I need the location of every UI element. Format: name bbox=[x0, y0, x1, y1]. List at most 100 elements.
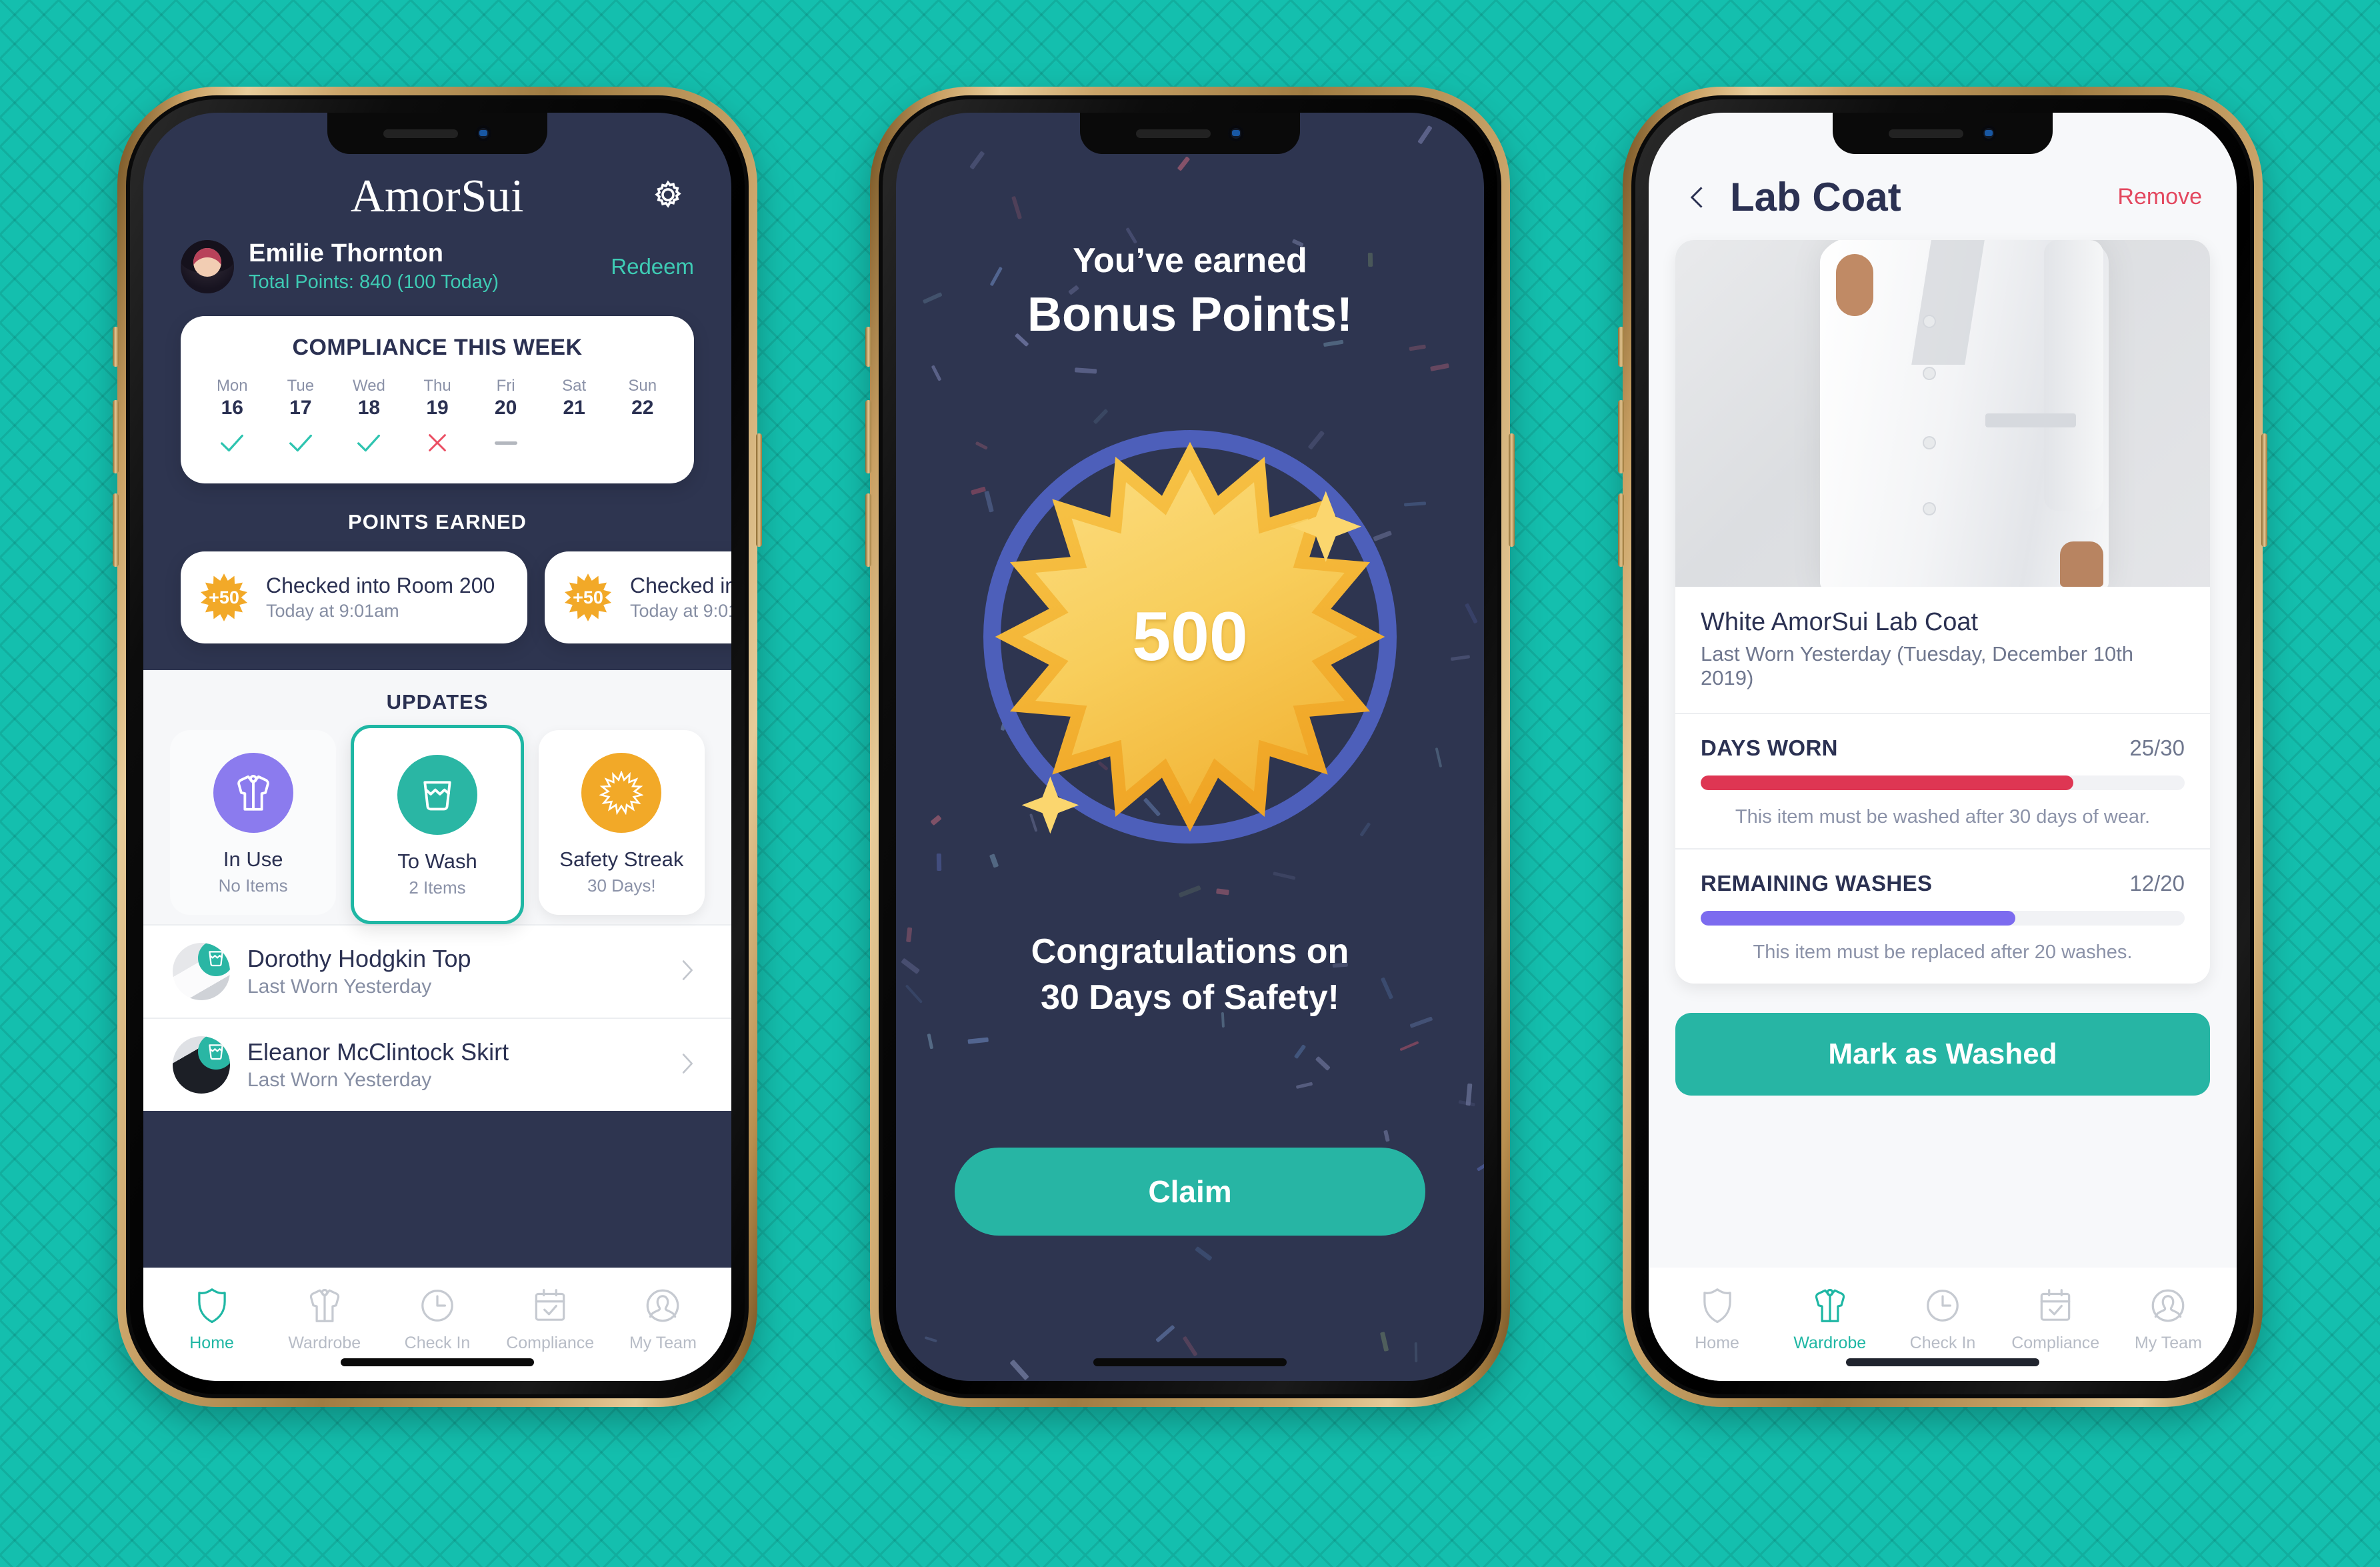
gear-icon[interactable] bbox=[647, 174, 689, 215]
points-earned-label: POINTS EARNED bbox=[348, 510, 527, 533]
tab-home[interactable]: Home bbox=[155, 1282, 268, 1353]
confetti-piece bbox=[1464, 603, 1478, 625]
app-brand-title: AmorSui bbox=[350, 171, 525, 222]
user-points: Total Points: 840 (100 Today) bbox=[249, 271, 499, 293]
user-name: Emilie Thornton bbox=[249, 239, 444, 267]
compliance-day-number: 19 bbox=[426, 397, 449, 419]
compliance-day-status-none-icon bbox=[608, 425, 677, 461]
update-card-icon-wrap bbox=[397, 755, 477, 835]
tab-my-team[interactable]: My Team bbox=[2112, 1282, 2225, 1353]
avatar bbox=[181, 239, 234, 293]
starburst-icon bbox=[599, 771, 644, 815]
update-card-subtitle: No Items bbox=[218, 876, 288, 896]
phones-stage: AmorSui Emilie Thornton Total Points: 84… bbox=[0, 0, 2380, 1567]
points-badge: 500 bbox=[983, 430, 1397, 844]
notch bbox=[1833, 113, 2053, 154]
compliance-day-name: Wed bbox=[352, 377, 385, 395]
chevron-left-icon[interactable] bbox=[1683, 183, 1713, 212]
compliance-day-status-check-icon bbox=[198, 425, 267, 461]
claim-button[interactable]: Claim bbox=[955, 1148, 1425, 1236]
list-item[interactable]: Eleanor McClintock Skirt Last Worn Yester… bbox=[143, 1018, 731, 1111]
confetti-piece bbox=[1383, 1130, 1390, 1142]
tab-check-in[interactable]: Check In bbox=[1886, 1282, 1999, 1353]
person-icon bbox=[2112, 1282, 2225, 1330]
volume-down-button[interactable] bbox=[865, 493, 871, 567]
confetti-piece bbox=[1435, 747, 1443, 768]
volume-up-button[interactable] bbox=[865, 400, 871, 473]
compliance-day: Wed 18 bbox=[335, 377, 403, 461]
progress-bar-fill bbox=[1701, 911, 2015, 926]
update-card-subtitle: 30 Days! bbox=[587, 876, 656, 896]
chevron-right-icon bbox=[671, 955, 702, 989]
volume-down-button[interactable] bbox=[113, 493, 119, 567]
confetti-piece bbox=[931, 364, 942, 381]
mute-switch[interactable] bbox=[865, 327, 871, 367]
volume-down-button[interactable] bbox=[1618, 493, 1624, 567]
progress-bar-fill bbox=[1701, 775, 2074, 790]
power-button[interactable] bbox=[1509, 433, 1515, 547]
confetti-piece bbox=[936, 853, 942, 872]
compliance-day: Thu 19 bbox=[403, 377, 472, 461]
compliance-day-number: 17 bbox=[289, 397, 312, 419]
tab-check-in[interactable]: Check In bbox=[381, 1282, 493, 1353]
confetti-piece bbox=[924, 1336, 937, 1343]
confetti-piece bbox=[1009, 1359, 1029, 1380]
compliance-day-status-check-icon bbox=[267, 425, 335, 461]
mute-switch[interactable] bbox=[1618, 327, 1624, 367]
points-earned-list: +50 Checked into Room 200 Today at 9:01am +… bbox=[143, 551, 731, 643]
redeem-button[interactable]: Redeem bbox=[611, 254, 694, 279]
mark-as-washed-button[interactable]: Mark as Washed bbox=[1675, 1013, 2210, 1096]
updates-label: UPDATES bbox=[386, 690, 489, 713]
speaker-slot bbox=[383, 129, 458, 138]
compliance-day-number: 22 bbox=[631, 397, 654, 419]
update-card-safety-streak[interactable]: Safety Streak 30 Days! bbox=[538, 730, 705, 915]
compliance-day-status-dash-icon bbox=[471, 425, 540, 461]
confetti-piece bbox=[1178, 885, 1201, 898]
tab-label: Home bbox=[1695, 1334, 1739, 1352]
wash-basin-icon bbox=[198, 943, 230, 976]
power-button[interactable] bbox=[2261, 433, 2267, 547]
points-card-title: Checked into Room 200 bbox=[266, 573, 495, 597]
confetti-piece bbox=[967, 1037, 989, 1044]
tab-label: Wardrobe bbox=[288, 1334, 361, 1352]
update-card-to-wash[interactable]: To Wash 2 Items bbox=[351, 725, 524, 924]
bonus-headline-2: Bonus Points! bbox=[1027, 288, 1353, 341]
list-item-title: Eleanor McClintock Skirt bbox=[247, 1038, 509, 1066]
tab-home[interactable]: Home bbox=[1661, 1282, 1773, 1353]
front-camera bbox=[1228, 125, 1244, 141]
remove-button[interactable]: Remove bbox=[2117, 184, 2202, 210]
compliance-day-name: Mon bbox=[216, 377, 248, 395]
compliance-day-number: 20 bbox=[494, 397, 517, 419]
volume-up-button[interactable] bbox=[113, 400, 119, 473]
tab-compliance[interactable]: Compliance bbox=[494, 1282, 607, 1353]
list-item[interactable]: Dorothy Hodgkin Top Last Worn Yesterday bbox=[143, 924, 731, 1018]
points-earned-card[interactable]: +50 Checked into Room 201 Today at 9:01am bbox=[545, 551, 731, 643]
item-detail-screen: Lab Coat Remove White AmorSui Lab Coat L… bbox=[1649, 113, 2237, 1381]
update-card-icon-wrap bbox=[213, 753, 293, 833]
tab-compliance[interactable]: Compliance bbox=[1999, 1282, 2112, 1353]
updates-section: UPDATES In Use No Items To Wash 2 Items Safe… bbox=[143, 670, 731, 924]
confetti-piece bbox=[1399, 1041, 1419, 1052]
clock-icon bbox=[1886, 1282, 1999, 1330]
home-screen: AmorSui Emilie Thornton Total Points: 84… bbox=[143, 113, 731, 1381]
compliance-day: Mon 16 bbox=[198, 377, 267, 461]
home-indicator bbox=[341, 1358, 534, 1366]
update-card-title: In Use bbox=[223, 848, 283, 871]
power-button[interactable] bbox=[756, 433, 762, 547]
metric-value: 12/20 bbox=[2129, 871, 2185, 896]
update-card-subtitle: 2 Items bbox=[409, 878, 466, 898]
congrats-line-2: 30 Days of Safety! bbox=[1041, 978, 1339, 1017]
tab-label: My Team bbox=[629, 1334, 697, 1352]
user-summary-row[interactable]: Emilie Thornton Total Points: 840 (100 T… bbox=[181, 239, 694, 293]
tab-wardrobe[interactable]: Wardrobe bbox=[1773, 1282, 1886, 1353]
mute-switch[interactable] bbox=[113, 327, 119, 367]
wash-items-list: Dorothy Hodgkin Top Last Worn Yesterday El… bbox=[143, 924, 731, 1111]
tab-wardrobe[interactable]: Wardrobe bbox=[268, 1282, 381, 1353]
points-earned-card[interactable]: +50 Checked into Room 200 Today at 9:01am bbox=[181, 551, 527, 643]
compliance-day-name: Sat bbox=[562, 377, 587, 395]
volume-up-button[interactable] bbox=[1618, 400, 1624, 473]
compliance-day: Sun 22 bbox=[608, 377, 677, 461]
update-card-in-use[interactable]: In Use No Items bbox=[170, 730, 337, 915]
tab-label: Compliance bbox=[2011, 1334, 2100, 1352]
tab-my-team[interactable]: My Team bbox=[607, 1282, 719, 1353]
